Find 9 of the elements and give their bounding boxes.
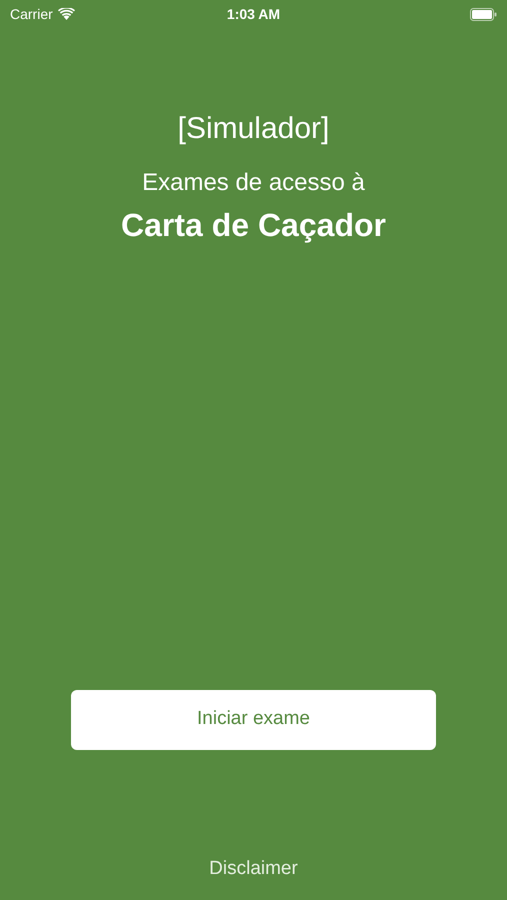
simulator-tag: [Simulador] [178,106,330,151]
battery-icon [470,8,497,20]
subtitle: Exames de acesso à [142,168,365,198]
start-exam-button[interactable]: Iniciar exame [71,690,436,750]
title: Carta de Caçador [121,206,386,245]
disclaimer-link[interactable]: Disclaimer [209,854,298,883]
carrier-label: Carrier [10,4,53,24]
wifi-icon [58,8,75,20]
status-time: 1:03 AM [226,4,280,24]
